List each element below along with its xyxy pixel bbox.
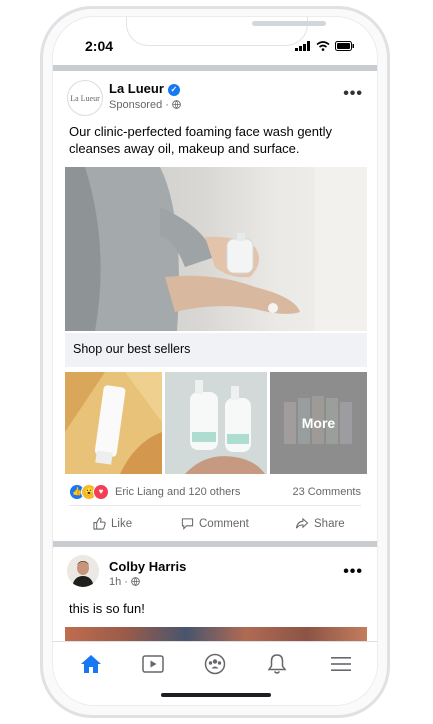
speaker xyxy=(252,21,326,26)
notifications-tab[interactable] xyxy=(265,652,289,676)
status-icons xyxy=(295,41,355,51)
signal-icon xyxy=(295,41,310,51)
sponsored-text: Sponsored xyxy=(109,99,163,111)
menu-tab[interactable] xyxy=(329,652,353,676)
reactions-text: Eric Liang and 120 others xyxy=(115,486,241,498)
like-icon xyxy=(93,517,106,530)
author-name[interactable]: Colby Harris xyxy=(109,559,186,574)
home-tab[interactable] xyxy=(79,652,103,676)
hero-image[interactable] xyxy=(65,167,367,331)
product-carousel: More xyxy=(65,372,367,474)
home-icon xyxy=(81,655,101,673)
share-icon xyxy=(295,517,309,529)
author-photo xyxy=(67,555,99,587)
app-screen: 2:04 La Lueur La Lueur ✓ Sponsored · •••… xyxy=(52,16,378,706)
comments-count[interactable]: 23 Comments xyxy=(293,486,361,498)
post-header: La Lueur La Lueur ✓ Sponsored · ••• xyxy=(65,79,365,119)
author-avatar[interactable] xyxy=(67,555,99,587)
comment-label: Comment xyxy=(199,517,249,530)
page-name-text: La Lueur xyxy=(109,81,164,96)
sponsored-label: Sponsored · xyxy=(109,99,181,111)
groups-tab[interactable] xyxy=(203,652,227,676)
home-indicator xyxy=(161,693,271,697)
product-image-tube xyxy=(65,372,162,474)
post-time: 1h · xyxy=(109,576,140,588)
product-tile-bottles[interactable] xyxy=(165,372,267,474)
hero-photo xyxy=(65,167,367,331)
product-tile-tube[interactable] xyxy=(65,372,162,474)
love-reaction-icon: ♥ xyxy=(93,484,109,500)
page-avatar[interactable]: La Lueur xyxy=(67,80,103,116)
comment-icon xyxy=(181,518,194,530)
battery-icon xyxy=(335,41,354,51)
page-logo-text: La Lueur xyxy=(70,93,100,103)
carousel-banner[interactable]: Shop our best sellers xyxy=(65,333,367,367)
wifi-icon xyxy=(316,41,330,51)
post-text: Our clinic-perfected foaming face wash g… xyxy=(69,124,333,156)
notifications-icon xyxy=(267,654,287,674)
post2-image[interactable] xyxy=(65,627,367,641)
banner-text: Shop our best sellers xyxy=(73,342,191,356)
post2-text: this is so fun! xyxy=(69,601,145,616)
post-actions: Like Comment Share xyxy=(65,513,365,535)
actions-separator xyxy=(69,505,361,506)
globe-icon xyxy=(131,577,140,586)
comment-button[interactable]: Comment xyxy=(181,517,249,530)
feed-divider-middle xyxy=(53,541,377,547)
like-button[interactable]: Like xyxy=(93,517,132,530)
product-tile-more[interactable]: More xyxy=(270,372,367,474)
video-icon xyxy=(142,655,164,673)
share-button[interactable]: Share xyxy=(295,517,345,530)
verified-badge-icon: ✓ xyxy=(167,84,180,96)
menu-icon xyxy=(331,657,351,671)
post2-options-icon[interactable]: ••• xyxy=(343,563,363,581)
feed-divider-top xyxy=(53,65,377,71)
post-time-text: 1h xyxy=(109,576,122,588)
more-label: More xyxy=(301,415,336,431)
product-image-bottles xyxy=(185,380,265,474)
share-label: Share xyxy=(314,517,345,530)
page-name[interactable]: La Lueur ✓ xyxy=(109,81,180,96)
groups-icon xyxy=(204,653,226,675)
bottom-tab-bar xyxy=(53,641,377,688)
post-options-icon[interactable]: ••• xyxy=(343,85,363,103)
globe-icon xyxy=(172,100,181,109)
reaction-icons: 👍 😮 ♥ xyxy=(69,484,109,500)
video-tab[interactable] xyxy=(141,652,165,676)
status-time: 2:04 xyxy=(85,38,114,54)
like-label: Like xyxy=(111,517,133,530)
status-bar: 2:04 xyxy=(53,37,377,57)
more-overlay: More xyxy=(270,372,367,474)
reactions-row[interactable]: 👍 😮 ♥ Eric Liang and 120 others 23 Comme… xyxy=(65,483,365,503)
